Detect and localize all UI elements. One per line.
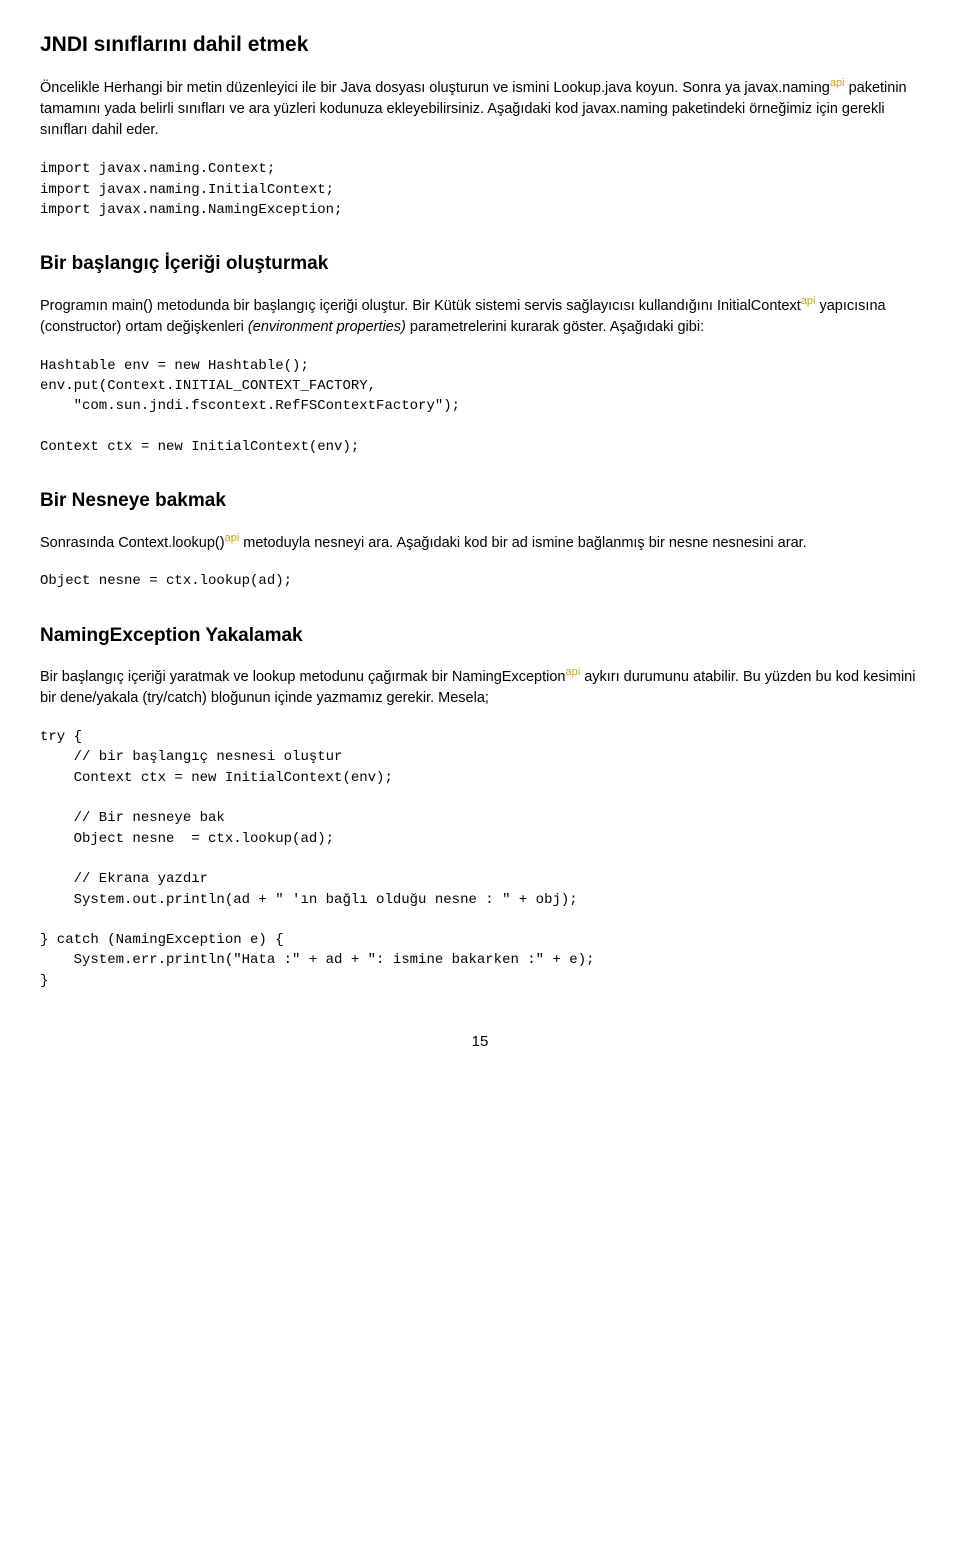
api-superscript: api: [565, 666, 580, 678]
section-heading-3: Bir Nesneye bakmak: [40, 487, 920, 515]
section-heading-2: Bir başlangıç İçeriği oluşturmak: [40, 250, 920, 278]
code-block: import javax.naming.Context; import java…: [40, 159, 920, 220]
section-heading-1: JNDI sınıflarını dahil etmek: [40, 30, 920, 60]
text: Öncelikle Herhangi bir metin düzenleyici…: [40, 80, 830, 96]
api-superscript: api: [830, 77, 845, 89]
text: Sonrasında Context.lookup(): [40, 534, 225, 550]
text: metoduyla nesneyi ara. Aşağıdaki kod bir…: [239, 534, 806, 550]
paragraph: Bir başlangıç içeriği yaratmak ve lookup…: [40, 665, 920, 709]
paragraph: Programın main() metodunda bir başlangıç…: [40, 294, 920, 338]
text: Bir başlangıç içeriği yaratmak ve lookup…: [40, 669, 565, 685]
italic-text: (environment properties): [248, 319, 406, 335]
page-number: 15: [40, 1031, 920, 1053]
code-block: try { // bir başlangıç nesnesi oluştur C…: [40, 727, 920, 991]
api-superscript: api: [801, 295, 816, 307]
code-block: Object nesne = ctx.lookup(ad);: [40, 571, 920, 591]
section-heading-4: NamingException Yakalamak: [40, 622, 920, 650]
paragraph: Sonrasında Context.lookup()api metoduyla…: [40, 531, 920, 554]
text: Programın main() metodunda bir başlangıç…: [40, 298, 801, 314]
paragraph: Öncelikle Herhangi bir metin düzenleyici…: [40, 76, 920, 141]
code-block: Hashtable env = new Hashtable(); env.put…: [40, 356, 920, 457]
text: parametrelerini kurarak göster. Aşağıdak…: [406, 319, 704, 335]
api-superscript: api: [225, 532, 240, 544]
